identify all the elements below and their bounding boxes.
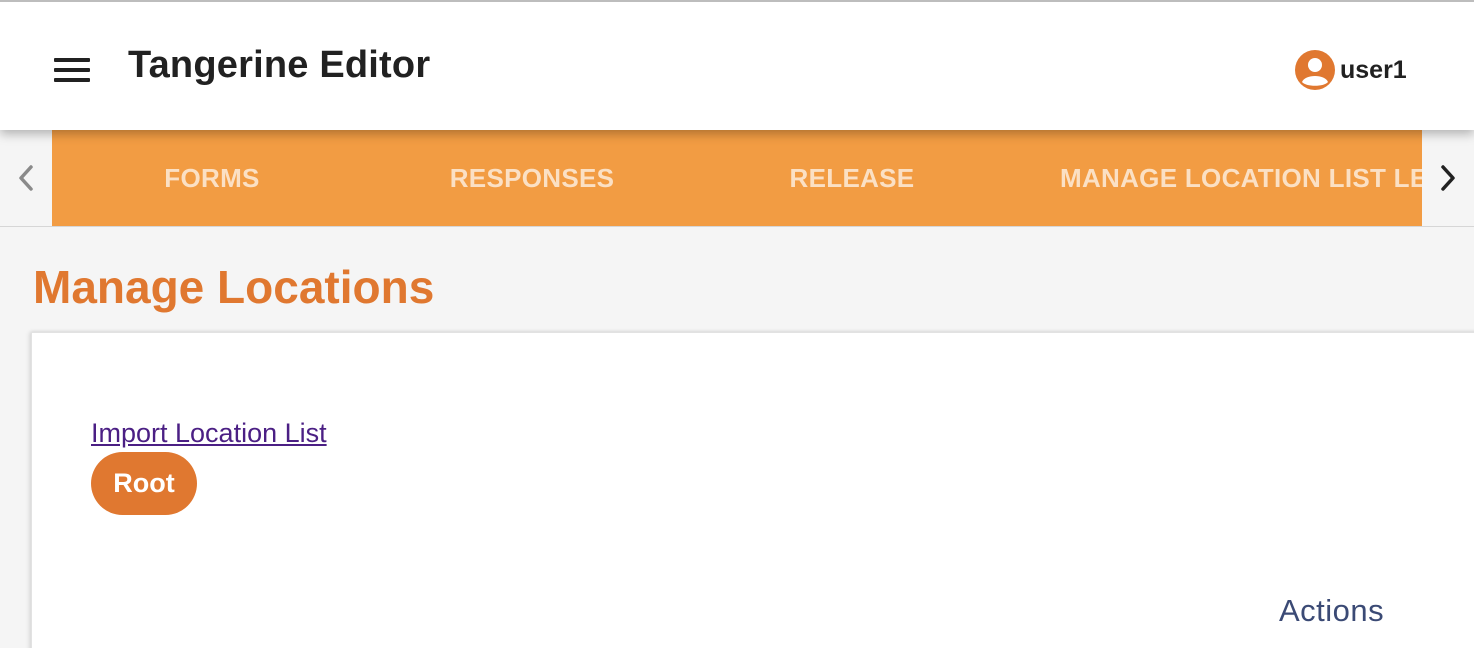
tab-strip: FORMS RESPONSES RELEASE MANAGE LOCATION … — [52, 130, 1422, 226]
locations-card: Import Location List Root Actions — [31, 332, 1474, 648]
tab-scroll-right-button[interactable] — [1422, 130, 1474, 226]
chevron-right-icon — [1441, 165, 1455, 191]
actions-column-header: Actions — [1279, 593, 1385, 628]
tab-scroll-left-button[interactable] — [0, 130, 52, 226]
tab-release[interactable]: RELEASE — [752, 130, 952, 226]
tab-responses[interactable]: RESPONSES — [432, 130, 632, 226]
user-name: user1 — [1340, 55, 1407, 84]
tab-manage-location-list-levels[interactable]: MANAGE LOCATION LIST LE — [1060, 130, 1422, 226]
chevron-left-icon — [19, 165, 33, 191]
app-page: Tangerine Editor user1 FORMS RESPONSES R… — [0, 0, 1474, 648]
tab-forms[interactable]: FORMS — [108, 130, 316, 226]
tab-bar: FORMS RESPONSES RELEASE MANAGE LOCATION … — [0, 130, 1474, 227]
hamburger-menu-icon[interactable] — [50, 50, 94, 90]
account-circle-icon — [1295, 50, 1335, 90]
import-location-list-link[interactable]: Import Location List — [91, 418, 327, 449]
root-location-button[interactable]: Root — [91, 452, 197, 515]
user-menu[interactable]: user1 — [1294, 49, 1407, 91]
app-title: Tangerine Editor — [128, 44, 431, 86]
app-header: Tangerine Editor user1 — [0, 0, 1474, 130]
page-title: Manage Locations — [33, 261, 435, 313]
